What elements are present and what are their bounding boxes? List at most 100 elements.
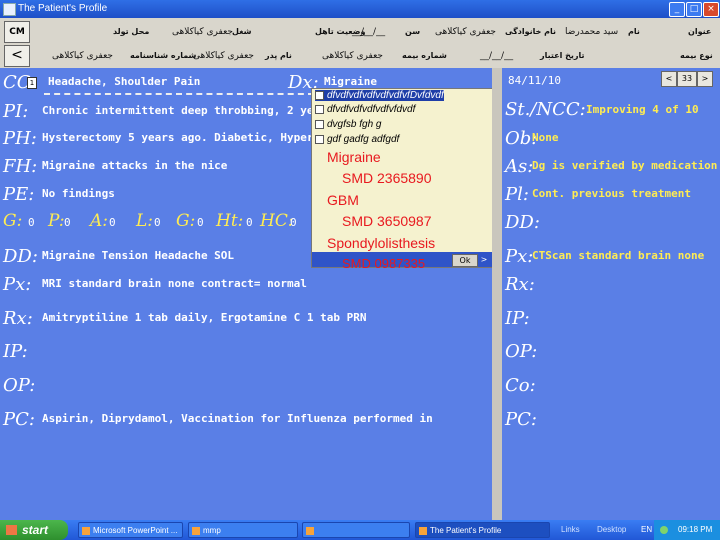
- family-label: نام خانوادگی: [505, 27, 557, 36]
- vital-p-value[interactable]: 0: [64, 216, 71, 229]
- taskbar-item-mmp[interactable]: mmp: [188, 522, 298, 538]
- diagnosis-code: SMD 2365890: [342, 170, 432, 186]
- vital-ht-label: Ht:: [216, 211, 244, 231]
- as-label: As:: [505, 156, 534, 177]
- ok-button[interactable]: Ok: [452, 254, 478, 267]
- dropdown-option[interactable]: dvgfsb fgh g: [315, 119, 381, 130]
- pane-splitter[interactable]: [492, 68, 502, 520]
- pc-label: PC:: [3, 409, 35, 430]
- st-value[interactable]: Improving 4 of 10: [586, 103, 699, 116]
- vital-l-value[interactable]: 0: [154, 216, 161, 229]
- window-icon: [306, 527, 314, 535]
- taskbar-item-blank[interactable]: [302, 522, 410, 538]
- vital-l-label: L:: [136, 211, 154, 231]
- right-op-label: OP:: [505, 341, 538, 362]
- cm-button[interactable]: CM: [4, 21, 30, 43]
- language-indicator[interactable]: EN: [641, 520, 652, 540]
- vital-g-label: G:: [3, 211, 23, 231]
- dx-value[interactable]: Migraine: [324, 75, 377, 88]
- pc-value[interactable]: Aspirin, Diprydamol, Vaccination for Inf…: [42, 412, 433, 425]
- right-dd-label: DD:: [505, 212, 540, 233]
- option-checkbox[interactable]: [315, 90, 324, 100]
- pi-label: PI:: [3, 101, 29, 122]
- dropdown-option[interactable]: dfvdfvdfvdfvdfvfdvdf: [315, 104, 415, 115]
- px-value[interactable]: MRI standard brain none contract= normal: [42, 277, 307, 290]
- minimize-button[interactable]: _: [669, 2, 685, 17]
- diagnosis-code: SMD 0987335: [342, 256, 426, 271]
- visit-date: 84/11/10: [508, 74, 561, 87]
- title-bar: The Patient's Profile _ □ ×: [0, 0, 720, 18]
- start-button[interactable]: start: [0, 520, 68, 540]
- dropdown-next-button[interactable]: >: [478, 254, 490, 265]
- maximize-button[interactable]: □: [686, 2, 702, 17]
- insurance-type-label: نوع بیمه: [680, 51, 713, 60]
- name-value[interactable]: سید محمدرضا: [565, 27, 618, 37]
- marital-value[interactable]: __/__/__: [352, 27, 385, 37]
- taskbar-item-powerpoint[interactable]: Microsoft PowerPoint ...: [78, 522, 183, 538]
- app-window-icon: [419, 527, 427, 535]
- right-px-label: Px:: [505, 246, 534, 267]
- option-checkbox[interactable]: [315, 134, 324, 144]
- tray-icon[interactable]: [660, 526, 668, 534]
- validity-date-value[interactable]: __/__/__: [480, 51, 513, 61]
- father-name-value[interactable]: جعفری کیاکلاهی: [193, 51, 254, 61]
- diagnosis-dropdown[interactable]: dfvdfvdfvdfvdfvdfvfDvfdvdf dfvdfvdfvdfvd…: [311, 88, 493, 271]
- st-label: St./NCC:: [505, 99, 586, 120]
- insurance-number-label: شماره بیمه: [402, 51, 447, 60]
- clock: 09:18 PM: [678, 525, 713, 534]
- close-button[interactable]: ×: [703, 2, 719, 17]
- option-checkbox[interactable]: [315, 104, 324, 114]
- insurance-number-value[interactable]: جعفری کیاکلاهی: [322, 51, 383, 61]
- pi-value[interactable]: Chronic intermittent deep throbbing, 2 y…: [42, 104, 327, 117]
- dd-label: DD:: [3, 246, 38, 267]
- pe-value[interactable]: No findings: [42, 187, 115, 200]
- desktop-toolbar[interactable]: Desktop: [597, 520, 626, 540]
- diagnosis-name[interactable]: Migraine: [327, 149, 381, 165]
- prev-visit-button[interactable]: <: [661, 71, 677, 87]
- cc-value[interactable]: Headache, Shoulder Pain: [48, 75, 200, 88]
- job-value[interactable]: جعفری کیاکلاهی: [172, 27, 233, 37]
- right-px-value[interactable]: CTScan standard brain none: [532, 249, 704, 262]
- id-number-label: شماره شناسنامه: [130, 51, 197, 60]
- dropdown-option[interactable]: gdf gadfg adfgdf: [315, 134, 399, 145]
- family-value[interactable]: جعفری کیاکلاهی: [435, 27, 496, 37]
- dropdown-option[interactable]: dfvdfvdfvdfvdfvdfvfDvfdvdf: [315, 90, 444, 101]
- back-button[interactable]: <: [4, 45, 30, 67]
- ob-value[interactable]: None: [532, 131, 559, 144]
- app-icon: [3, 3, 16, 16]
- system-tray: 09:18 PM: [654, 520, 720, 540]
- rx-value[interactable]: Amitryptiline 1 tab daily, Ergotamine C …: [42, 311, 367, 324]
- job-label: شغل: [232, 27, 252, 36]
- ph-label: PH:: [3, 128, 37, 149]
- diagnosis-name[interactable]: Spondylolisthesis: [327, 235, 435, 251]
- vital-a-label: A:: [90, 211, 109, 231]
- ip-label: IP:: [3, 341, 28, 362]
- pe-label: PE:: [3, 184, 35, 205]
- birthplace-label: محل تولد: [113, 27, 150, 36]
- powerpoint-icon: [82, 527, 90, 535]
- vital-hc-value[interactable]: 0: [290, 216, 297, 229]
- pl-label: Pl:: [505, 184, 529, 205]
- vital-g-value[interactable]: 0: [28, 216, 35, 229]
- cc-checkbox[interactable]: 1: [27, 77, 37, 89]
- fh-value[interactable]: Migraine attacks in the nice: [42, 159, 227, 172]
- vital-ht-value[interactable]: 0: [246, 216, 253, 229]
- diagnosis-code: SMD 3650987: [342, 213, 432, 229]
- diagnosis-name[interactable]: GBM: [327, 192, 359, 208]
- next-visit-button[interactable]: >: [697, 71, 713, 87]
- vital-g2-value[interactable]: 0: [197, 216, 204, 229]
- ph-value[interactable]: Hysterectomy 5 years ago. Diabetic, Hype…: [42, 131, 314, 144]
- op-label: OP:: [3, 375, 36, 396]
- id-number-value[interactable]: جعفری کیاکلاهی: [52, 51, 113, 61]
- taskbar-item-patient-profile[interactable]: The Patient's Profile: [415, 522, 550, 538]
- dd-value[interactable]: Migraine Tension Headache SOL: [42, 249, 234, 262]
- as-value[interactable]: Dg is verified by medication: [532, 159, 717, 172]
- father-name-label: نام پدر: [265, 51, 292, 60]
- links-toolbar[interactable]: Links: [561, 520, 580, 540]
- vital-a-value[interactable]: 0: [109, 216, 116, 229]
- option-checkbox[interactable]: [315, 119, 324, 129]
- cc-underline: [44, 93, 314, 95]
- windows-logo-icon: [6, 525, 17, 535]
- pl-value[interactable]: Cont. previous treatment: [532, 187, 691, 200]
- px-label: Px:: [3, 274, 32, 295]
